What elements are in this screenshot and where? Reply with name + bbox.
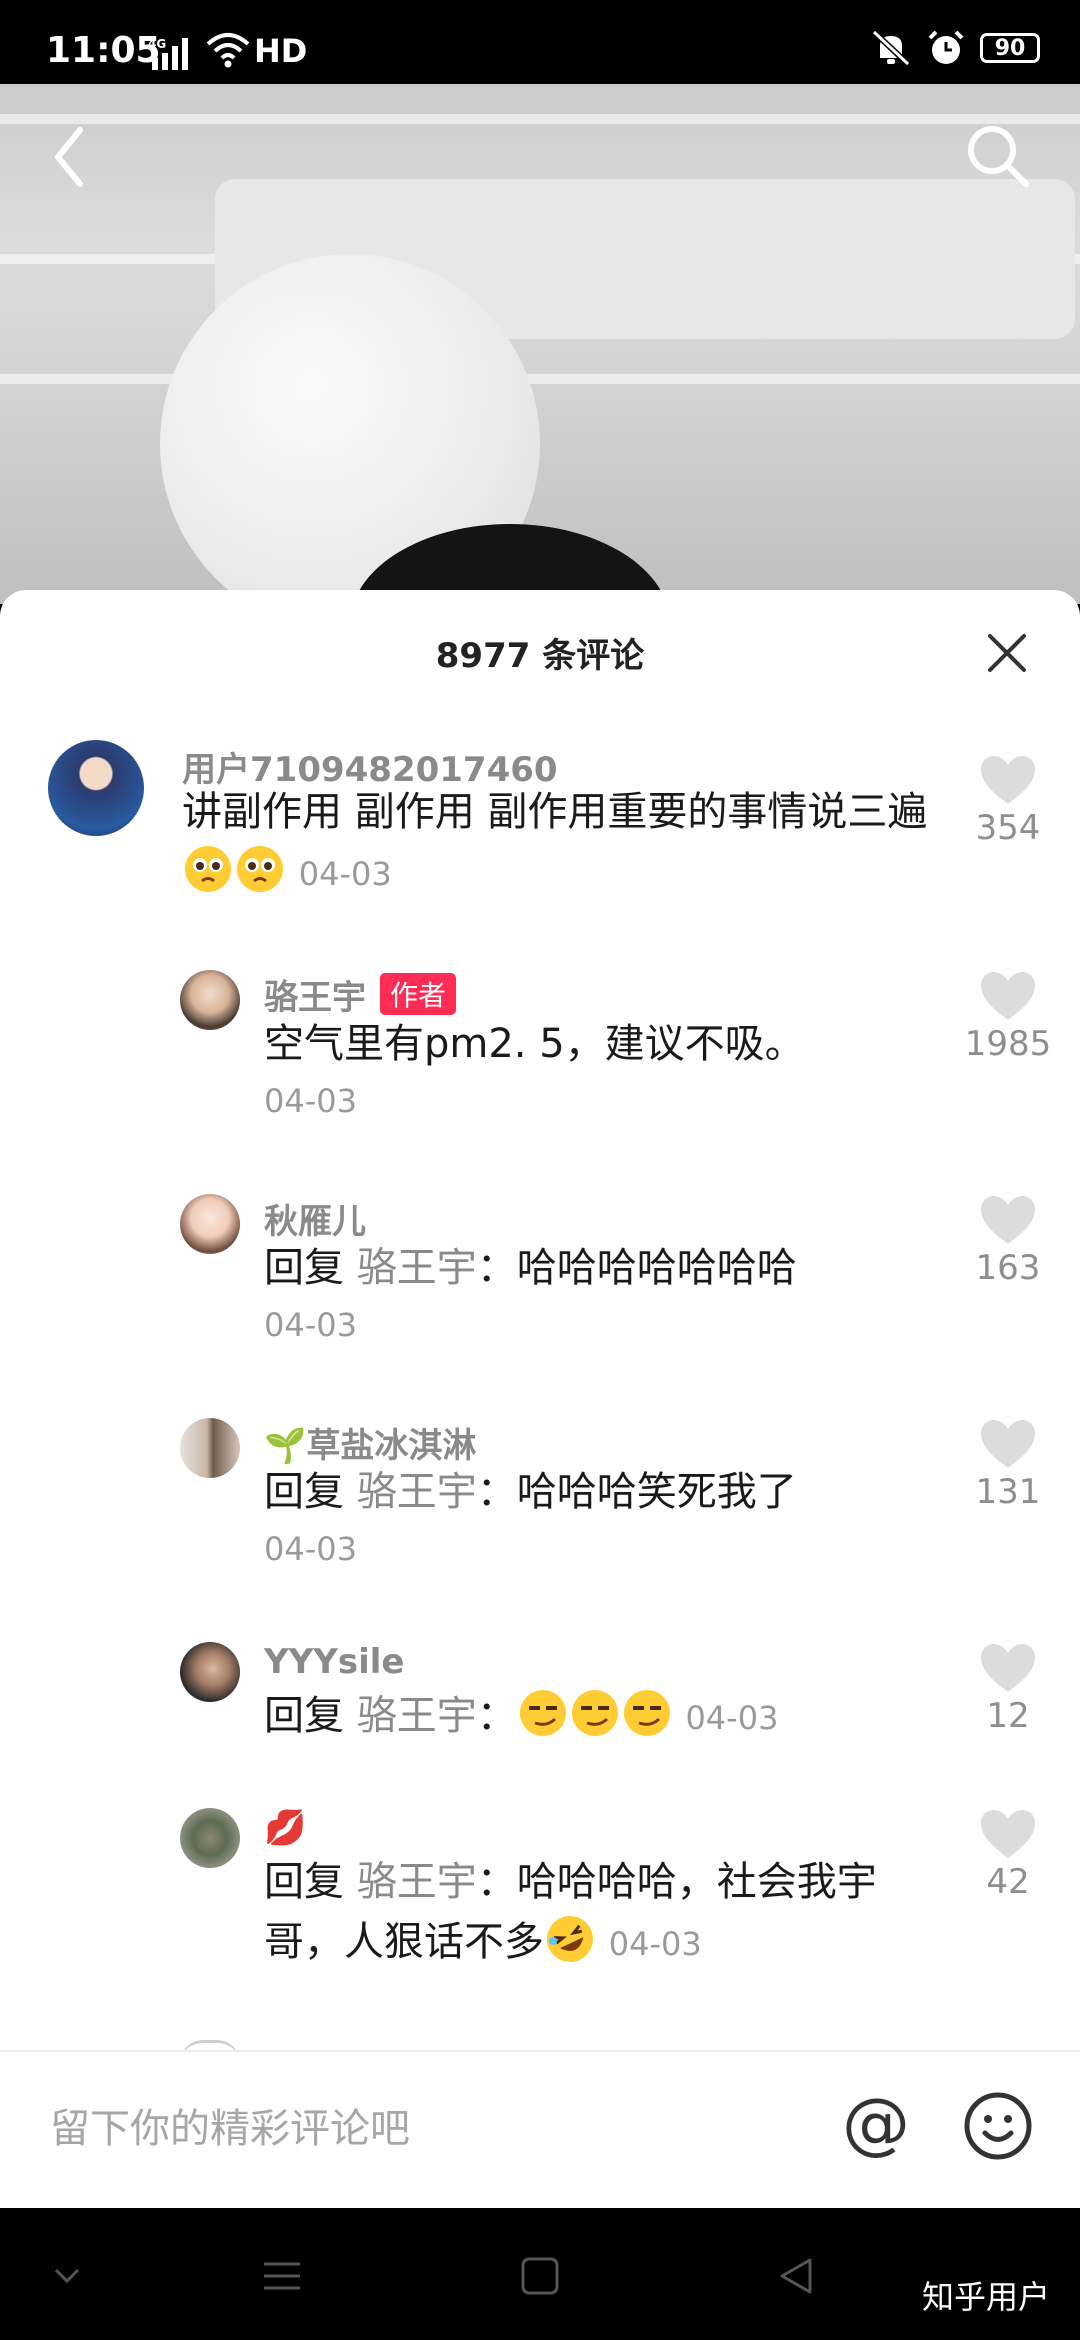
reply-to-user[interactable]: 骆王宇: [357, 1469, 477, 1515]
comment-count-title: 8977 条评论: [435, 636, 645, 676]
reply-to-user[interactable]: 骆王宇: [357, 1859, 477, 1905]
reply-item[interactable]: 💋 回复 骆王宇：哈哈哈哈，社会我宇哥，人狠话不多 04-03 42: [0, 1808, 1080, 1978]
back-arrow-icon[interactable]: [46, 122, 96, 192]
reply-date: 04-03: [264, 1082, 357, 1120]
cellular-signal-icon: 4G: [148, 37, 188, 70]
emoji-icon[interactable]: [960, 2088, 1036, 2164]
reply-to-user[interactable]: 骆王宇: [357, 1245, 477, 1291]
reply-username[interactable]: 🌱草盐冰淇淋: [264, 1418, 476, 1467]
like-count: 1985: [964, 1024, 1052, 1064]
reply-prefix: 回复: [264, 1469, 344, 1515]
alarm-icon: [928, 30, 964, 64]
reply-item[interactable]: 🌱草盐冰淇淋 回复 骆王宇：哈哈哈笑死我了 04-03 131: [0, 1418, 1080, 1568]
home-square-icon[interactable]: [520, 2256, 560, 2296]
reply-text: 空气里有pm2. 5，建议不吸。: [264, 1021, 805, 1067]
mention-at-icon[interactable]: @: [838, 2088, 914, 2164]
system-nav-bar: 知乎用户: [0, 2208, 1080, 2340]
reply-to-user[interactable]: 骆王宇: [357, 1693, 477, 1739]
comment-input-bar: 留下你的精彩评论吧 @: [0, 2050, 1080, 2210]
hd-indicator: HD: [254, 32, 308, 70]
reply-username[interactable]: 💋: [264, 1808, 306, 1848]
smirking-face-emoji-icon: [571, 1690, 618, 1736]
reply-item[interactable]: 秋雁儿 回复 骆王宇：哈哈哈哈哈哈哈 04-03 163: [0, 1194, 1080, 1344]
like-count: 354: [975, 808, 1041, 848]
reply-body: ：: [476, 1693, 517, 1739]
heart-icon: [981, 1420, 1035, 1468]
avatar[interactable]: [180, 1642, 240, 1702]
avatar[interactable]: [180, 1418, 240, 1478]
avatar[interactable]: [48, 740, 144, 836]
reply-body: ：哈哈哈笑死我了: [476, 1469, 797, 1515]
pleading-face-emoji-icon: [185, 846, 231, 892]
avatar[interactable]: [180, 970, 240, 1030]
avatar[interactable]: [180, 1808, 240, 1868]
status-right: 90: [870, 28, 1040, 68]
status-bar: 11:05 4G HD 90: [0, 0, 1080, 84]
like-button[interactable]: 42: [948, 1808, 1068, 1902]
reply-date: 04-03: [264, 1530, 357, 1568]
smirking-face-emoji-icon: [519, 1690, 566, 1736]
reply-text: 回复 骆王宇： 04-03: [264, 1686, 924, 1748]
heart-icon: [981, 1644, 1035, 1692]
battery-indicator: 90: [980, 33, 1040, 63]
svg-text:4G: 4G: [148, 37, 166, 51]
heart-icon: [981, 972, 1035, 1020]
reply-username[interactable]: YYYsile: [264, 1642, 404, 1682]
like-button[interactable]: 131: [948, 1418, 1068, 1512]
like-button[interactable]: 163: [948, 1194, 1068, 1288]
reply-prefix: 回复: [264, 1245, 344, 1291]
reply-item[interactable]: 骆王宇 作者 空气里有pm2. 5，建议不吸。 04-03 1985: [0, 970, 1080, 1120]
reply-text: 回复 骆王宇：哈哈哈哈，社会我宇哥，人狠话不多 04-03: [264, 1852, 924, 1974]
heart-icon: [981, 1196, 1035, 1244]
like-count: 12: [986, 1696, 1030, 1736]
heart-icon: [981, 1810, 1035, 1858]
reply-username-text: 骆王宇: [264, 978, 366, 1018]
watermark: 知乎用户: [921, 2278, 1050, 2316]
like-count: 131: [975, 1472, 1041, 1512]
reply-item[interactable]: YYYsile 回复 骆王宇： 04-03 12: [0, 1642, 1080, 1762]
wifi-icon: [206, 33, 250, 68]
vibrate-mute-icon: [871, 29, 911, 67]
reply-body: ：哈哈哈哈哈哈哈: [476, 1245, 797, 1291]
back-triangle-icon[interactable]: [776, 2256, 816, 2296]
like-button[interactable]: 12: [948, 1642, 1068, 1736]
reply-date: 04-03: [608, 1925, 702, 1963]
chevron-down-icon[interactable]: [52, 2256, 82, 2296]
close-icon[interactable]: [984, 630, 1030, 676]
comment-body: 讲副作用 副作用 副作用重要的事情说三遍: [182, 789, 928, 835]
author-badge: 作者: [380, 973, 457, 1015]
like-count: 42: [986, 1862, 1030, 1902]
reply-prefix: 回复: [264, 1693, 344, 1739]
comment-text: 讲副作用 副作用 副作用重要的事情说三遍 04-03: [182, 782, 942, 904]
status-time: 11:05: [46, 30, 161, 71]
comment-date: 04-03: [298, 855, 392, 893]
comment-input[interactable]: 留下你的精彩评论吧: [50, 2096, 410, 2154]
like-button[interactable]: 1985: [948, 970, 1068, 1064]
reply-text: 回复 骆王宇：哈哈哈哈哈哈哈: [264, 1238, 924, 1298]
reply-username[interactable]: 骆王宇 作者: [264, 970, 457, 1019]
menu-icon[interactable]: [262, 2256, 302, 2296]
rolling-on-floor-laughing-emoji-icon: [547, 1916, 593, 1962]
avatar[interactable]: [180, 1194, 240, 1254]
svg-text:@: @: [842, 2088, 910, 2163]
pleading-face-emoji-icon: [237, 846, 283, 892]
video-preview[interactable]: [0, 84, 1080, 604]
reply-date: 04-03: [685, 1699, 779, 1737]
like-button[interactable]: 354: [948, 754, 1068, 848]
like-count: 163: [975, 1248, 1041, 1288]
heart-icon: [981, 756, 1035, 804]
reply-username[interactable]: 秋雁儿: [264, 1194, 366, 1243]
reply-date: 04-03: [264, 1306, 357, 1344]
smirking-face-emoji-icon: [623, 1690, 670, 1736]
reply-prefix: 回复: [264, 1859, 344, 1905]
comment-item[interactable]: 用户7109482017460 讲副作用 副作用 副作用重要的事情说三遍 04-…: [0, 740, 1080, 893]
reply-text: 回复 骆王宇：哈哈哈笑死我了: [264, 1462, 924, 1522]
comment-sheet: 8977 条评论 用户7109482017460 讲副作用 副作用 副作用重要的…: [0, 590, 1080, 2210]
search-icon[interactable]: [962, 120, 1034, 192]
